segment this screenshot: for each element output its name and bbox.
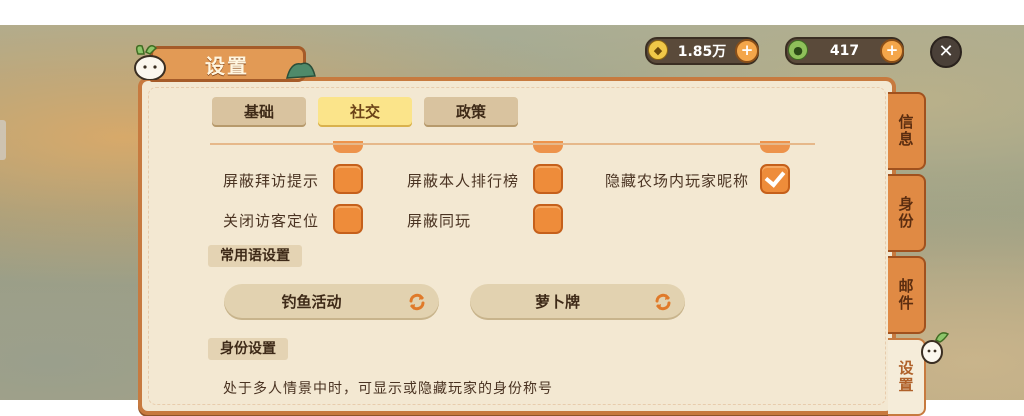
gold-coin-icon: ◆ (648, 40, 668, 60)
option-label-hide-own-ranking: 屏蔽本人排行榜 (407, 172, 520, 190)
side-tab-identity[interactable]: 身份 (888, 174, 926, 252)
refresh-icon[interactable] (653, 292, 673, 312)
phrase-slot-2-label: 萝卜牌 (534, 293, 580, 311)
phrase-slot-2[interactable]: 萝卜牌 (470, 284, 685, 320)
identity-description: 处于多人情景中时，可显示或隐藏玩家的身份称号 (223, 381, 553, 397)
checkbox-hide-player-nickname[interactable] (760, 164, 790, 194)
radish-mascot-icon (134, 44, 166, 80)
tab-basic[interactable]: 基础 (212, 97, 306, 127)
tab-policy[interactable]: 政策 (424, 97, 518, 127)
refresh-icon[interactable] (407, 292, 427, 312)
tab-social[interactable]: 社交 (318, 97, 412, 127)
side-tab-identity-label: 身份 (896, 196, 915, 230)
radish-icon (921, 332, 950, 364)
side-tab-mail-label: 邮件 (896, 278, 915, 312)
phrase-slot-1[interactable]: 钓鱼活动 (224, 284, 439, 320)
gem-currency-counter: ● 417 + (785, 37, 904, 65)
option-label-block-co-play: 屏蔽同玩 (407, 212, 472, 230)
checkbox-disable-visitor-location[interactable] (333, 204, 363, 234)
left-edge-handle[interactable] (0, 120, 6, 160)
gold-currency-counter: ◆ 1.85万 + (645, 37, 759, 65)
phrase-slot-1-label: 钓鱼活动 (281, 293, 342, 311)
side-tab-info[interactable]: 信息 (888, 92, 926, 170)
close-button[interactable]: ✕ (930, 36, 962, 68)
phrases-section-header: 常用语设置 (208, 245, 302, 267)
option-label-hide-player-nickname: 隐藏农场内玩家昵称 (605, 172, 750, 190)
side-tab-settings-label: 设置 (896, 360, 915, 394)
identity-section-header: 身份设置 (208, 338, 288, 360)
gem-amount: 417 (829, 43, 860, 59)
add-gem-button[interactable]: + (880, 39, 904, 63)
leaf-decoration-icon (286, 62, 316, 79)
page-title: 设置 (205, 54, 249, 78)
settings-tabs: 基础 社交 政策 (212, 97, 518, 127)
checkbox-hide-own-ranking[interactable] (533, 164, 563, 194)
add-gold-button[interactable]: + (735, 39, 759, 63)
option-label-disable-visitor-location: 关闭访客定位 (223, 212, 320, 230)
side-tab-mail[interactable]: 邮件 (888, 256, 926, 334)
side-tab-info-label: 信息 (896, 114, 915, 148)
section-divider (210, 143, 815, 145)
option-label-hide-visit-tip: 屏蔽拜访提示 (223, 172, 320, 190)
green-gem-icon: ● (788, 40, 808, 60)
checkbox-hide-visit-tip[interactable] (333, 164, 363, 194)
gold-amount: 1.85万 (677, 44, 727, 60)
checkbox-block-co-play[interactable] (533, 204, 563, 234)
